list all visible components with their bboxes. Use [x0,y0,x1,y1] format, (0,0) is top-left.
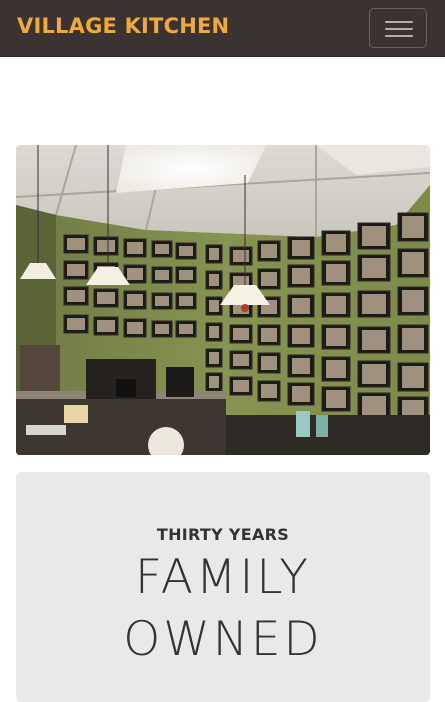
headline-line-1: FAMILY [135,550,311,605]
menu-toggle-button[interactable] [369,8,427,48]
hero-photo [16,145,430,455]
kicker-text: THIRTY YEARS [156,525,290,544]
family-owned-card: THIRTY YEARS FAMILY OWNED [16,472,430,702]
headline-line-2: OWNED [123,612,323,667]
navbar: VILLAGE KITCHEN [0,0,445,57]
brand-logo-text[interactable]: VILLAGE KITCHEN [17,14,229,38]
